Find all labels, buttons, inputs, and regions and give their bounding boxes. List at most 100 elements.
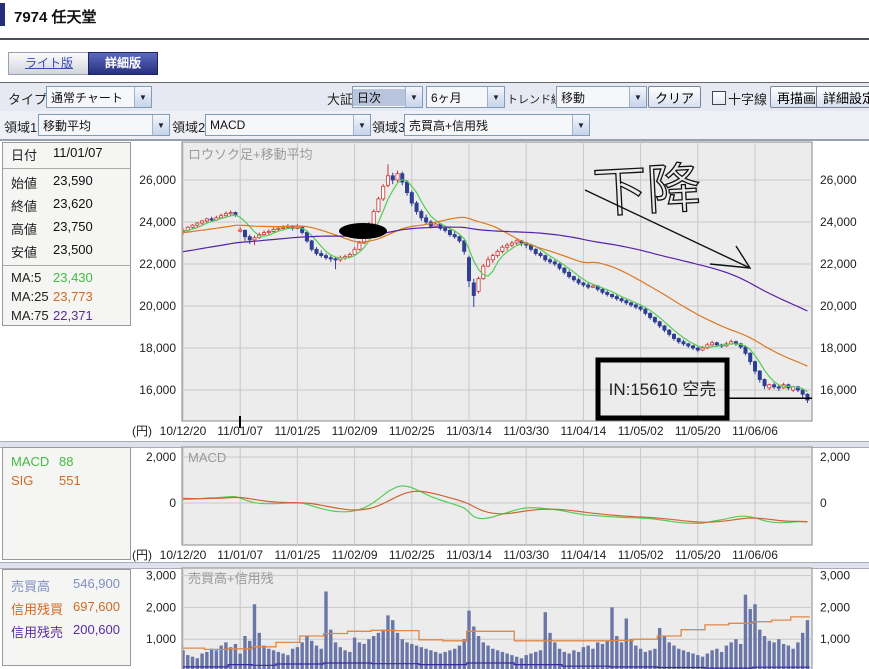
ma75-value: 22,371 — [53, 308, 93, 323]
divider — [3, 168, 130, 169]
macd-label: MACD — [11, 454, 59, 469]
clear-button[interactable]: クリア — [648, 86, 701, 108]
open-label: 始値 — [11, 173, 53, 192]
svg-text:16,000: 16,000 — [139, 383, 176, 397]
svg-text:11/04/14: 11/04/14 — [560, 424, 606, 438]
svg-text:2,000: 2,000 — [820, 450, 850, 464]
svg-text:11/01/25: 11/01/25 — [274, 548, 320, 562]
stock-code-name: 7974 任天堂 — [14, 6, 97, 27]
area2-select[interactable]: MACD ▼ — [205, 114, 371, 136]
margin-buy-value: 697,600 — [73, 599, 120, 618]
svg-text:26,000: 26,000 — [139, 173, 176, 187]
ma5-label: MA:5 — [11, 270, 53, 285]
svg-text:11/05/02: 11/05/02 — [618, 424, 664, 438]
sig-label: SIG — [11, 473, 59, 488]
volume-label: 売買高 — [11, 576, 73, 595]
header-accent-bar — [0, 3, 5, 26]
low-value: 23,500 — [53, 242, 93, 261]
svg-text:18,000: 18,000 — [139, 341, 176, 355]
period-select[interactable]: 日次 ▼ — [352, 86, 423, 108]
svg-text:3,000: 3,000 — [146, 569, 176, 583]
svg-text:11/01/25: 11/01/25 — [274, 424, 320, 438]
svg-text:22,000: 22,000 — [820, 257, 857, 271]
crosshair-label: 十字線 — [728, 89, 767, 108]
volume-info-panel: 売買高546,900 信用残買697,600 信用残売200,600 — [2, 569, 131, 666]
svg-text:11/03/30: 11/03/30 — [503, 424, 549, 438]
svg-text:11/05/02: 11/05/02 — [618, 548, 664, 562]
svg-text:2,000: 2,000 — [820, 600, 850, 614]
svg-text:11/02/09: 11/02/09 — [332, 424, 378, 438]
svg-text:MACD: MACD — [188, 450, 226, 465]
svg-text:売買高+信用残: 売買高+信用残 — [188, 571, 274, 586]
header: 7974 任天堂 — [0, 0, 869, 40]
chevron-down-icon: ▼ — [487, 87, 504, 107]
svg-text:11/06/06: 11/06/06 — [732, 548, 778, 562]
chart-type-value: 通常チャート — [47, 89, 134, 106]
toolbar-row2: 領域1 移動平均 ▼ 領域2 MACD ▼ 領域3 売買高+信用残 ▼ — [0, 111, 869, 141]
chevron-down-icon: ▼ — [353, 115, 370, 135]
svg-text:11/03/30: 11/03/30 — [503, 548, 549, 562]
stock-chart-app: 7974 任天堂 ライト版 詳細版 タイプ 通常チャート ▼ 大証 日次 ▼ 6… — [0, 0, 869, 669]
svg-text:26,000: 26,000 — [820, 173, 857, 187]
crosshair-checkbox[interactable] — [712, 91, 726, 105]
high-value: 23,750 — [53, 219, 93, 238]
svg-text:24,000: 24,000 — [820, 215, 857, 229]
macd-info-panel: MACD88 SIG551 — [2, 447, 131, 560]
svg-text:10/12/20: 10/12/20 — [160, 548, 207, 562]
trendline-select[interactable]: 移動 ▼ — [556, 86, 647, 108]
svg-text:16,000: 16,000 — [820, 383, 857, 397]
divider — [3, 265, 130, 266]
svg-text:1,000: 1,000 — [146, 632, 176, 646]
ma25-label: MA:25 — [11, 289, 53, 304]
svg-text:11/02/25: 11/02/25 — [389, 424, 435, 438]
macd-value: 88 — [59, 454, 73, 469]
svg-text:11/06/06: 11/06/06 — [732, 424, 778, 438]
date-value: 11/01/07 — [53, 145, 103, 164]
volume-value: 546,900 — [73, 576, 120, 595]
area1-value: 移動平均 — [39, 117, 152, 134]
settings-button[interactable]: 詳細設定 — [816, 86, 869, 108]
svg-text:20,000: 20,000 — [139, 299, 176, 313]
svg-text:22,000: 22,000 — [139, 257, 176, 271]
area3-label: 領域3 — [372, 117, 405, 136]
chevron-down-icon: ▼ — [134, 87, 151, 107]
svg-text:11/02/25: 11/02/25 — [389, 548, 435, 562]
trendline-label: トレンド線 — [507, 91, 562, 107]
svg-text:0: 0 — [169, 496, 176, 510]
chevron-down-icon: ▼ — [572, 115, 589, 135]
svg-text:11/03/14: 11/03/14 — [446, 548, 492, 562]
svg-text:ロウソク足+移動平均: ロウソク足+移動平均 — [188, 147, 313, 162]
close-label: 終値 — [11, 196, 53, 215]
svg-text:2,000: 2,000 — [146, 600, 176, 614]
svg-text:11/05/20: 11/05/20 — [675, 424, 721, 438]
area1-select[interactable]: 移動平均 ▼ — [38, 114, 170, 136]
margin-sell-label: 信用残売 — [11, 622, 73, 641]
period-value: 日次 — [353, 89, 405, 106]
chevron-down-icon: ▼ — [629, 87, 646, 107]
svg-text:下降: 下降 — [591, 158, 702, 224]
ma5-value: 23,430 — [53, 270, 93, 285]
svg-text:(円): (円) — [132, 548, 152, 562]
area3-select[interactable]: 売買高+信用残 ▼ — [404, 114, 590, 136]
ma75-label: MA:75 — [11, 308, 53, 323]
trendline-value: 移動 — [557, 89, 629, 106]
open-value: 23,590 — [53, 173, 93, 192]
sig-value: 551 — [59, 473, 81, 488]
svg-text:20,000: 20,000 — [820, 299, 857, 313]
range-select[interactable]: 6ヶ月 ▼ — [426, 86, 505, 108]
margin-sell-value: 200,600 — [73, 622, 120, 641]
ma25-value: 23,773 — [53, 289, 93, 304]
svg-text:11/03/14: 11/03/14 — [446, 424, 492, 438]
area1-label: 領域1 — [4, 117, 37, 136]
svg-text:(円): (円) — [132, 424, 152, 438]
tab-detail-version[interactable]: 詳細版 — [88, 52, 158, 75]
tab-light-version[interactable]: ライト版 — [8, 52, 90, 75]
close-value: 23,620 — [53, 196, 93, 215]
type-label: タイプ — [8, 89, 47, 108]
chart-type-select[interactable]: 通常チャート ▼ — [46, 86, 152, 108]
area2-label: 領域2 — [172, 117, 205, 136]
svg-text:11/02/09: 11/02/09 — [332, 548, 378, 562]
svg-text:1,000: 1,000 — [820, 632, 850, 646]
svg-text:10/12/20: 10/12/20 — [160, 424, 207, 438]
price-info-panel: 日付11/01/07 始値23,590 終値23,620 高値23,750 安値… — [2, 142, 131, 326]
